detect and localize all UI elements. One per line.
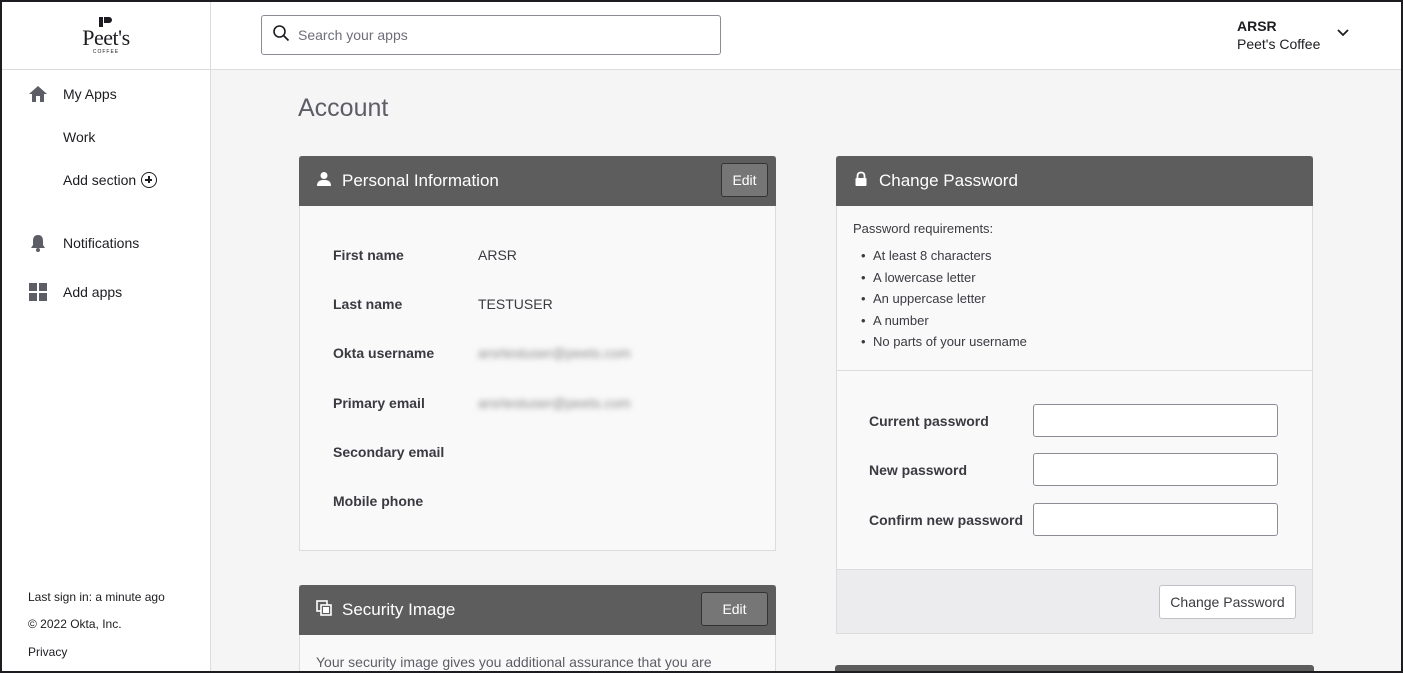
personal-info-header: Personal Information Edit [299, 156, 776, 206]
sidebar-item-add-apps[interactable]: Add apps [28, 282, 122, 302]
requirement-item: No parts of your username [861, 334, 1027, 356]
field-label: Okta username [333, 345, 435, 361]
requirement-item: A number [861, 313, 1027, 335]
page-title: Account [298, 94, 389, 122]
field-label: Primary email [333, 395, 425, 411]
sidebar: Peet's COFFEE My Apps Work Add section N… [2, 2, 211, 671]
requirement-item: An uppercase letter [861, 291, 1027, 313]
redacted-text: arsrtestuser@peets.com [478, 345, 631, 361]
sidebar-item-my-apps[interactable]: My Apps [28, 84, 117, 104]
logo-subtext: COFFEE [92, 48, 120, 55]
current-password-label: Current password [869, 413, 989, 429]
search-icon [272, 24, 290, 47]
change-password-footer: Change Password [837, 569, 1312, 633]
new-password-label: New password [869, 462, 968, 478]
last-sign-in: Last sign in: a minute ago [28, 590, 165, 604]
field-value-redacted: arsrtestuser@peets.com [478, 345, 631, 361]
confirm-password-field[interactable] [1033, 503, 1278, 536]
change-password-card: Change Password Password requirements: A… [836, 156, 1313, 634]
security-image-description: Your security image gives you additional… [316, 654, 712, 670]
user-menu[interactable]: ARSR Peet's Coffee [1237, 17, 1320, 53]
lock-icon [853, 171, 869, 192]
plus-circle-icon [141, 172, 158, 188]
divider [837, 370, 1312, 371]
field-label: Mobile phone [333, 493, 424, 509]
home-icon [28, 84, 48, 104]
change-password-header: Change Password [836, 156, 1313, 206]
logo-inner: Peet's COFFEE [82, 16, 130, 55]
current-password-field[interactable] [1033, 404, 1278, 437]
app-frame: Peet's COFFEE My Apps Work Add section N… [0, 0, 1403, 673]
requirement-item: At least 8 characters [861, 248, 1027, 270]
field-value: ARSR [478, 247, 517, 263]
field-label: First name [333, 247, 404, 263]
sidebar-item-label: My Apps [63, 86, 117, 102]
personal-info-title: Personal Information [342, 171, 499, 190]
sidebar-item-label: Notifications [63, 235, 140, 251]
field-value-redacted: arsrtestuser@peets.com [478, 395, 631, 411]
bell-icon [28, 233, 48, 253]
logo-wordmark: Peet's [82, 24, 130, 50]
password-requirements-list: At least 8 characters A lowercase letter… [861, 248, 1027, 356]
privacy-link[interactable]: Privacy [28, 645, 67, 659]
logo-mark-icon [99, 16, 113, 27]
grid-icon [28, 282, 48, 302]
next-card-header [835, 665, 1314, 671]
chevron-down-icon[interactable] [1335, 24, 1351, 40]
security-image-title: Security Image [342, 600, 456, 619]
new-password-field[interactable] [1033, 453, 1278, 486]
copyright: © 2022 Okta, Inc. [28, 617, 122, 631]
security-image-header: Security Image Edit [299, 585, 776, 635]
add-section-button[interactable]: Add section [63, 172, 158, 188]
sidebar-item-label: Add apps [63, 284, 123, 300]
brand-logo[interactable]: Peet's COFFEE [2, 2, 210, 70]
sidebar-item-notifications[interactable]: Notifications [28, 233, 139, 253]
personal-info-edit-button[interactable]: Edit [721, 163, 768, 197]
requirement-item: A lowercase letter [861, 270, 1027, 292]
change-password-button[interactable]: Change Password [1159, 585, 1296, 619]
next-card [835, 665, 1314, 671]
search-input[interactable] [298, 27, 698, 43]
field-value: TESTUSER [478, 296, 553, 312]
confirm-password-label: Confirm new password [869, 512, 1024, 528]
password-requirements-heading: Password requirements: [853, 221, 994, 236]
user-org: Peet's Coffee [1237, 36, 1321, 52]
copy-images-icon [316, 599, 332, 621]
top-bar: ARSR Peet's Coffee [211, 2, 1401, 70]
field-label: Last name [333, 296, 403, 312]
sidebar-item-work[interactable]: Work [63, 129, 95, 145]
add-section-label: Add section [63, 172, 137, 188]
security-image-edit-button[interactable]: Edit [701, 592, 768, 626]
redacted-text: arsrtestuser@peets.com [478, 395, 631, 411]
personal-info-card: Personal Information Edit First name ARS… [299, 156, 776, 551]
user-name: ARSR [1237, 18, 1277, 34]
search-box[interactable] [261, 15, 721, 55]
change-password-title: Change Password [879, 171, 1018, 190]
field-label: Secondary email [333, 444, 445, 460]
security-image-card: Security Image Edit Your security image … [299, 585, 776, 671]
user-icon [316, 171, 332, 192]
